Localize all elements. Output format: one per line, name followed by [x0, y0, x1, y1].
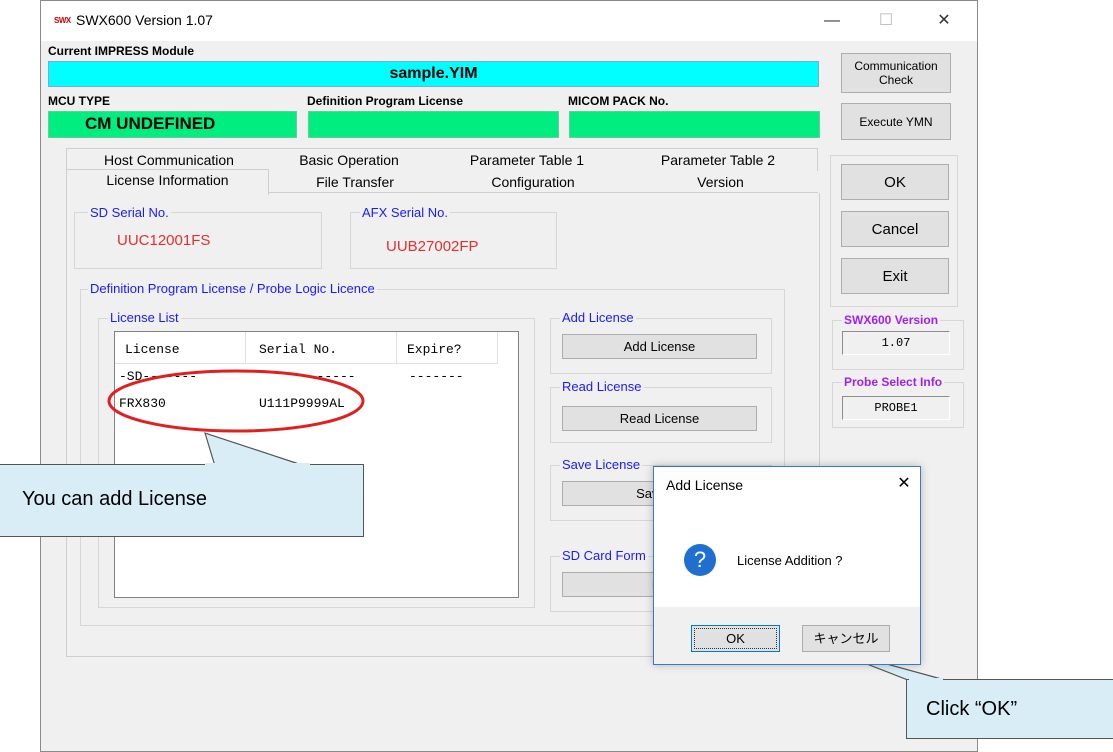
read-license-button[interactable]: Read License: [562, 406, 757, 431]
execute-ymn-button[interactable]: Execute YMN: [841, 103, 951, 140]
afx-serial-value: UUB27002FP: [386, 238, 479, 255]
table-row-serial[interactable]: U111P9999AL: [259, 396, 345, 411]
current-module-value: sample.YIM: [48, 61, 819, 87]
ok-button[interactable]: OK: [841, 164, 949, 200]
close-icon[interactable]: ✕: [924, 6, 964, 36]
sd-format-group-label: SD Card Form: [560, 548, 648, 563]
column-divider[interactable]: [497, 332, 498, 364]
column-divider[interactable]: [396, 332, 397, 364]
sd-serial-label: SD Serial No.: [88, 205, 171, 220]
add-license-button[interactable]: Add License: [562, 334, 757, 359]
callout-joint: [205, 463, 310, 466]
mcu-type-label: MCU TYPE: [48, 94, 111, 108]
definition-license-group-label: Definition Program License / Probe Logic…: [88, 281, 377, 296]
probe-select-label: Probe Select Info: [842, 375, 945, 389]
communication-check-button[interactable]: Communication Check: [841, 53, 951, 93]
dialog-title: Add License: [666, 477, 744, 493]
tab-configuration[interactable]: Configuration: [441, 172, 625, 192]
micom-pack-value: [569, 111, 820, 138]
table-row-sd-license[interactable]: -SD-------: [119, 369, 197, 384]
definition-license-label: Definition Program License: [307, 94, 464, 108]
current-module-label: Current IMPRESS Module: [48, 44, 195, 58]
table-row-license[interactable]: FRX830: [119, 396, 166, 411]
callout-click-ok: Click “OK”: [906, 679, 1113, 739]
probe-select-value: PROBE1: [842, 396, 950, 420]
afx-serial-label: AFX Serial No.: [360, 205, 450, 220]
swx-version-label: SWX600 Version: [842, 313, 941, 327]
cancel-button[interactable]: Cancel: [841, 211, 949, 247]
window-title: SWX600 Version 1.07: [76, 12, 213, 28]
dialog-ok-button[interactable]: OK: [691, 625, 780, 652]
column-header-license[interactable]: License: [125, 342, 180, 357]
dialog-cancel-button[interactable]: キャンセル: [802, 625, 890, 652]
column-header-serial[interactable]: Serial No.: [259, 342, 337, 357]
license-list-label: License List: [108, 310, 181, 325]
dialog-message: License Addition ?: [737, 553, 843, 568]
swx-version-value: 1.07: [842, 331, 950, 355]
tab-file-transfer[interactable]: File Transfer: [269, 172, 441, 192]
dialog-close-icon[interactable]: ✕: [892, 472, 916, 496]
add-license-group-label: Add License: [560, 310, 636, 325]
minimize-icon[interactable]: —: [812, 6, 852, 36]
tab-license-information[interactable]: License Information: [66, 170, 269, 190]
table-row-sd-expire[interactable]: -------: [409, 369, 464, 384]
callout-add-license: You can add License: [0, 464, 364, 537]
exit-button[interactable]: Exit: [841, 258, 949, 294]
callout-joint: [909, 678, 943, 681]
save-license-group-label: Save License: [560, 457, 643, 472]
column-header-expire[interactable]: Expire?: [407, 342, 462, 357]
mcu-type-value: CM UNDEFINED: [48, 111, 297, 138]
tab-row-top: [66, 148, 818, 171]
read-license-group-label: Read License: [560, 379, 644, 394]
definition-license-value: [308, 111, 559, 138]
maximize-icon[interactable]: ☐: [866, 6, 906, 36]
table-row-sd-serial[interactable]: -------: [301, 369, 356, 384]
tab-version[interactable]: Version: [625, 172, 816, 192]
app-logo-icon: SWX: [54, 16, 71, 25]
micom-pack-label: MICOM PACK No.: [568, 94, 669, 108]
sd-serial-value: UUC12001FS: [117, 232, 211, 249]
column-divider[interactable]: [245, 332, 246, 364]
question-icon: ?: [684, 544, 716, 576]
